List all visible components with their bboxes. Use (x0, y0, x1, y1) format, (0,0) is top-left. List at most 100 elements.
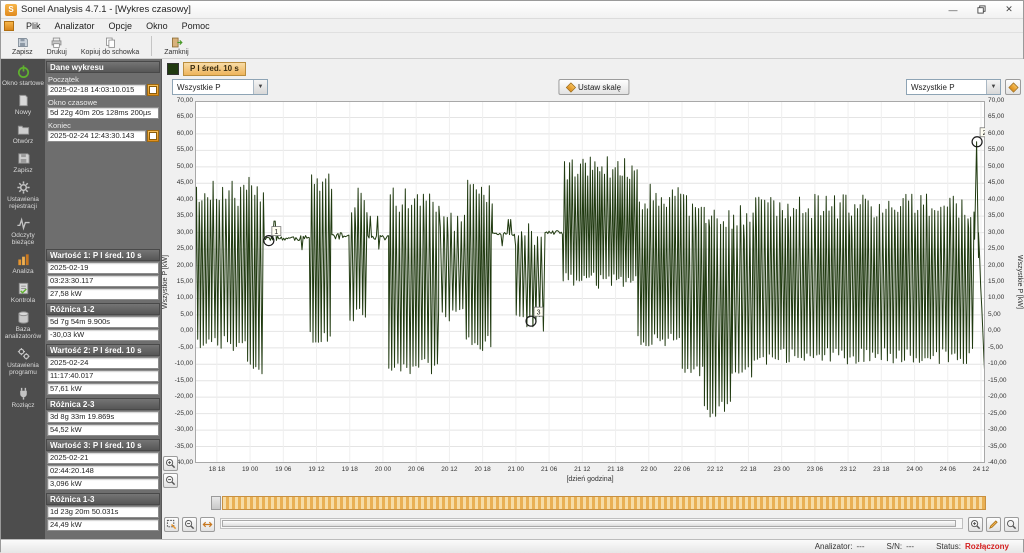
range-band-handle[interactable] (211, 496, 221, 510)
y-tick-label: -10,00 (164, 360, 193, 367)
sidebar-item-otworz[interactable]: Otwórz (1, 119, 45, 148)
x-tick-label: 21 00 (500, 466, 532, 473)
diff-1-3-power[interactable]: 24,49 kW (47, 519, 159, 531)
edit-scale-button[interactable] (986, 517, 1001, 532)
legend-row: P I śred. 10 s (167, 61, 246, 76)
plot-area[interactable]: 132 (195, 101, 985, 463)
scroll-left-buttons (164, 517, 215, 532)
scrollbar-thumb[interactable] (222, 520, 956, 527)
x-tick-label: 24 00 (899, 466, 931, 473)
diff-1-3-time[interactable]: 1d 23g 20m 50.031s (47, 506, 159, 518)
start-time-field[interactable]: 2025-02-18 14:03:10.015 (47, 84, 146, 96)
save-button[interactable]: Zapisz (5, 33, 40, 59)
data-range-band[interactable] (222, 496, 986, 510)
sidebar-item-ustawienia-programu[interactable]: Ustawienia programu (1, 343, 45, 379)
menu-plik[interactable]: Plik (19, 19, 48, 32)
copy-icon (104, 36, 117, 49)
y-axis-filter-right[interactable]: Wszystkie P ▼ (906, 79, 1001, 95)
sidebar-item-baza-analizatorow[interactable]: Baza analizatorów (1, 307, 45, 343)
value-3-time[interactable]: 02:44:20.148 (47, 465, 159, 477)
y-tick-label: -5,00 (164, 344, 193, 351)
y-tick-label: 30,00 (164, 229, 193, 236)
set-scale-button[interactable]: Ustaw skalę (558, 79, 629, 95)
field-label-koniec: Koniec (45, 120, 161, 130)
diff-2-3-power[interactable]: 54,52 kW (47, 424, 159, 436)
value-1-time[interactable]: 03:23:30.117 (47, 275, 159, 287)
marker-label: 1 (274, 229, 278, 236)
end-time-field[interactable]: 2025-02-24 12:43:30.143 (47, 130, 146, 142)
series-color-swatch[interactable] (167, 63, 179, 75)
zoom-in-x-button[interactable] (968, 517, 983, 532)
value-3-section: Wartość 3: P I śred. 10 s 2025-02-21 02:… (45, 439, 161, 490)
chart-controls-row: Wszystkie P ▼ Ustaw skalę Wszystkie P ▼ (162, 79, 1024, 97)
time-window-field[interactable]: 5d 22g 40m 20s 128ms 200µs (47, 107, 159, 119)
zoom-reset-button[interactable] (1004, 517, 1019, 532)
end-picker-button[interactable] (147, 130, 159, 142)
value-2-power[interactable]: 57,61 kW (47, 383, 159, 395)
pan-button[interactable] (200, 517, 215, 532)
sidebar-item-odczyty-biezace[interactable]: Odczyty bieżące (1, 213, 45, 249)
scroll-row (162, 516, 1024, 532)
value-2-time[interactable]: 11:17:40.017 (47, 370, 159, 382)
analyzer-value: --- (857, 542, 865, 551)
y-tick-label: 65,00 (164, 113, 193, 120)
horizontal-scrollbar[interactable] (220, 518, 963, 529)
marker-3[interactable] (526, 316, 536, 326)
mdi-window-icon[interactable] (4, 21, 14, 31)
diff-1-2-header: Różnica 1-2 (46, 303, 160, 315)
x-tick-label: 19 18 (334, 466, 366, 473)
close-button[interactable]: ✕ (995, 1, 1023, 18)
marker-label: 3 (537, 309, 541, 316)
zoom-out-y-button[interactable] (163, 473, 178, 488)
menu-pomoc[interactable]: Pomoc (175, 19, 217, 32)
zoom-select-button[interactable] (164, 517, 179, 532)
sidebar-item-okno-startowe[interactable]: Okno startowe (1, 61, 45, 90)
open-folder-icon (16, 122, 31, 137)
zoom-column (163, 456, 178, 488)
print-button[interactable]: Drukuj (40, 33, 74, 59)
copy-to-clipboard-button[interactable]: Kopiuj do schowka (74, 33, 146, 59)
sidebar-item-rozlacz[interactable]: Rozłącz (1, 383, 45, 412)
value-1-power[interactable]: 27,58 kW (47, 288, 159, 300)
sidebar-item-ustawienia-rejestracji[interactable]: Ustawienia rejestracji (1, 177, 45, 213)
start-picker-button[interactable] (147, 84, 159, 96)
minimize-button[interactable]: — (939, 1, 967, 18)
series-legend-chip[interactable]: P I śred. 10 s (183, 62, 246, 76)
restore-icon (977, 5, 986, 14)
sidebar-item-zapisz[interactable]: Zapisz (1, 148, 45, 177)
restore-button[interactable] (967, 1, 995, 18)
value-3-power[interactable]: 3,096 kW (47, 478, 159, 490)
y-axis-filter-left[interactable]: Wszystkie P ▼ (172, 79, 268, 95)
calendar-icon (149, 86, 157, 94)
sidebar-item-analiza[interactable]: Analiza (1, 249, 45, 278)
value-1-section: Wartość 1: P I śred. 10 s 2025-02-19 03:… (45, 249, 161, 300)
x-tick-label: 23 06 (799, 466, 831, 473)
menu-analizator[interactable]: Analizator (48, 19, 102, 32)
menu-opcje[interactable]: Opcje (102, 19, 140, 32)
menu-okno[interactable]: Okno (139, 19, 175, 32)
diff-2-3-time[interactable]: 3d 8g 33m 19.869s (47, 411, 159, 423)
y-tick-label: 60,00 (164, 130, 193, 137)
pan-icon (202, 519, 213, 530)
x-tick-label: 23 12 (832, 466, 864, 473)
status-value: Rozłączony (965, 542, 1009, 551)
y-tick-label: 55,00 (164, 146, 193, 153)
series-settings-button[interactable] (1005, 79, 1021, 95)
menubar: Plik Analizator Opcje Okno Pomoc (1, 19, 1023, 33)
sidebar-item-nowy[interactable]: Nowy (1, 90, 45, 119)
value-2-date[interactable]: 2025-02-24 (47, 357, 159, 369)
diff-1-2-time[interactable]: 5d 7g 54m 9.900s (47, 316, 159, 328)
zoom-in-y-button[interactable] (163, 456, 178, 471)
value-1-date[interactable]: 2025-02-19 (47, 262, 159, 274)
sidebar-item-kontrola[interactable]: Kontrola (1, 278, 45, 307)
value-3-date[interactable]: 2025-02-21 (47, 452, 159, 464)
x-tick-label: 19 06 (267, 466, 299, 473)
database-icon (16, 310, 31, 325)
y-axis-title-right: Wszystkie P [kW] (1014, 101, 1023, 463)
zoom-out-x-button[interactable] (182, 517, 197, 532)
diff-1-2-power[interactable]: -30,03 kW (47, 329, 159, 341)
close-chart-button[interactable]: Zamknij (157, 33, 196, 59)
bar-chart-icon (16, 252, 31, 267)
gear-icon (16, 180, 31, 195)
x-tick-label: 22 12 (699, 466, 731, 473)
